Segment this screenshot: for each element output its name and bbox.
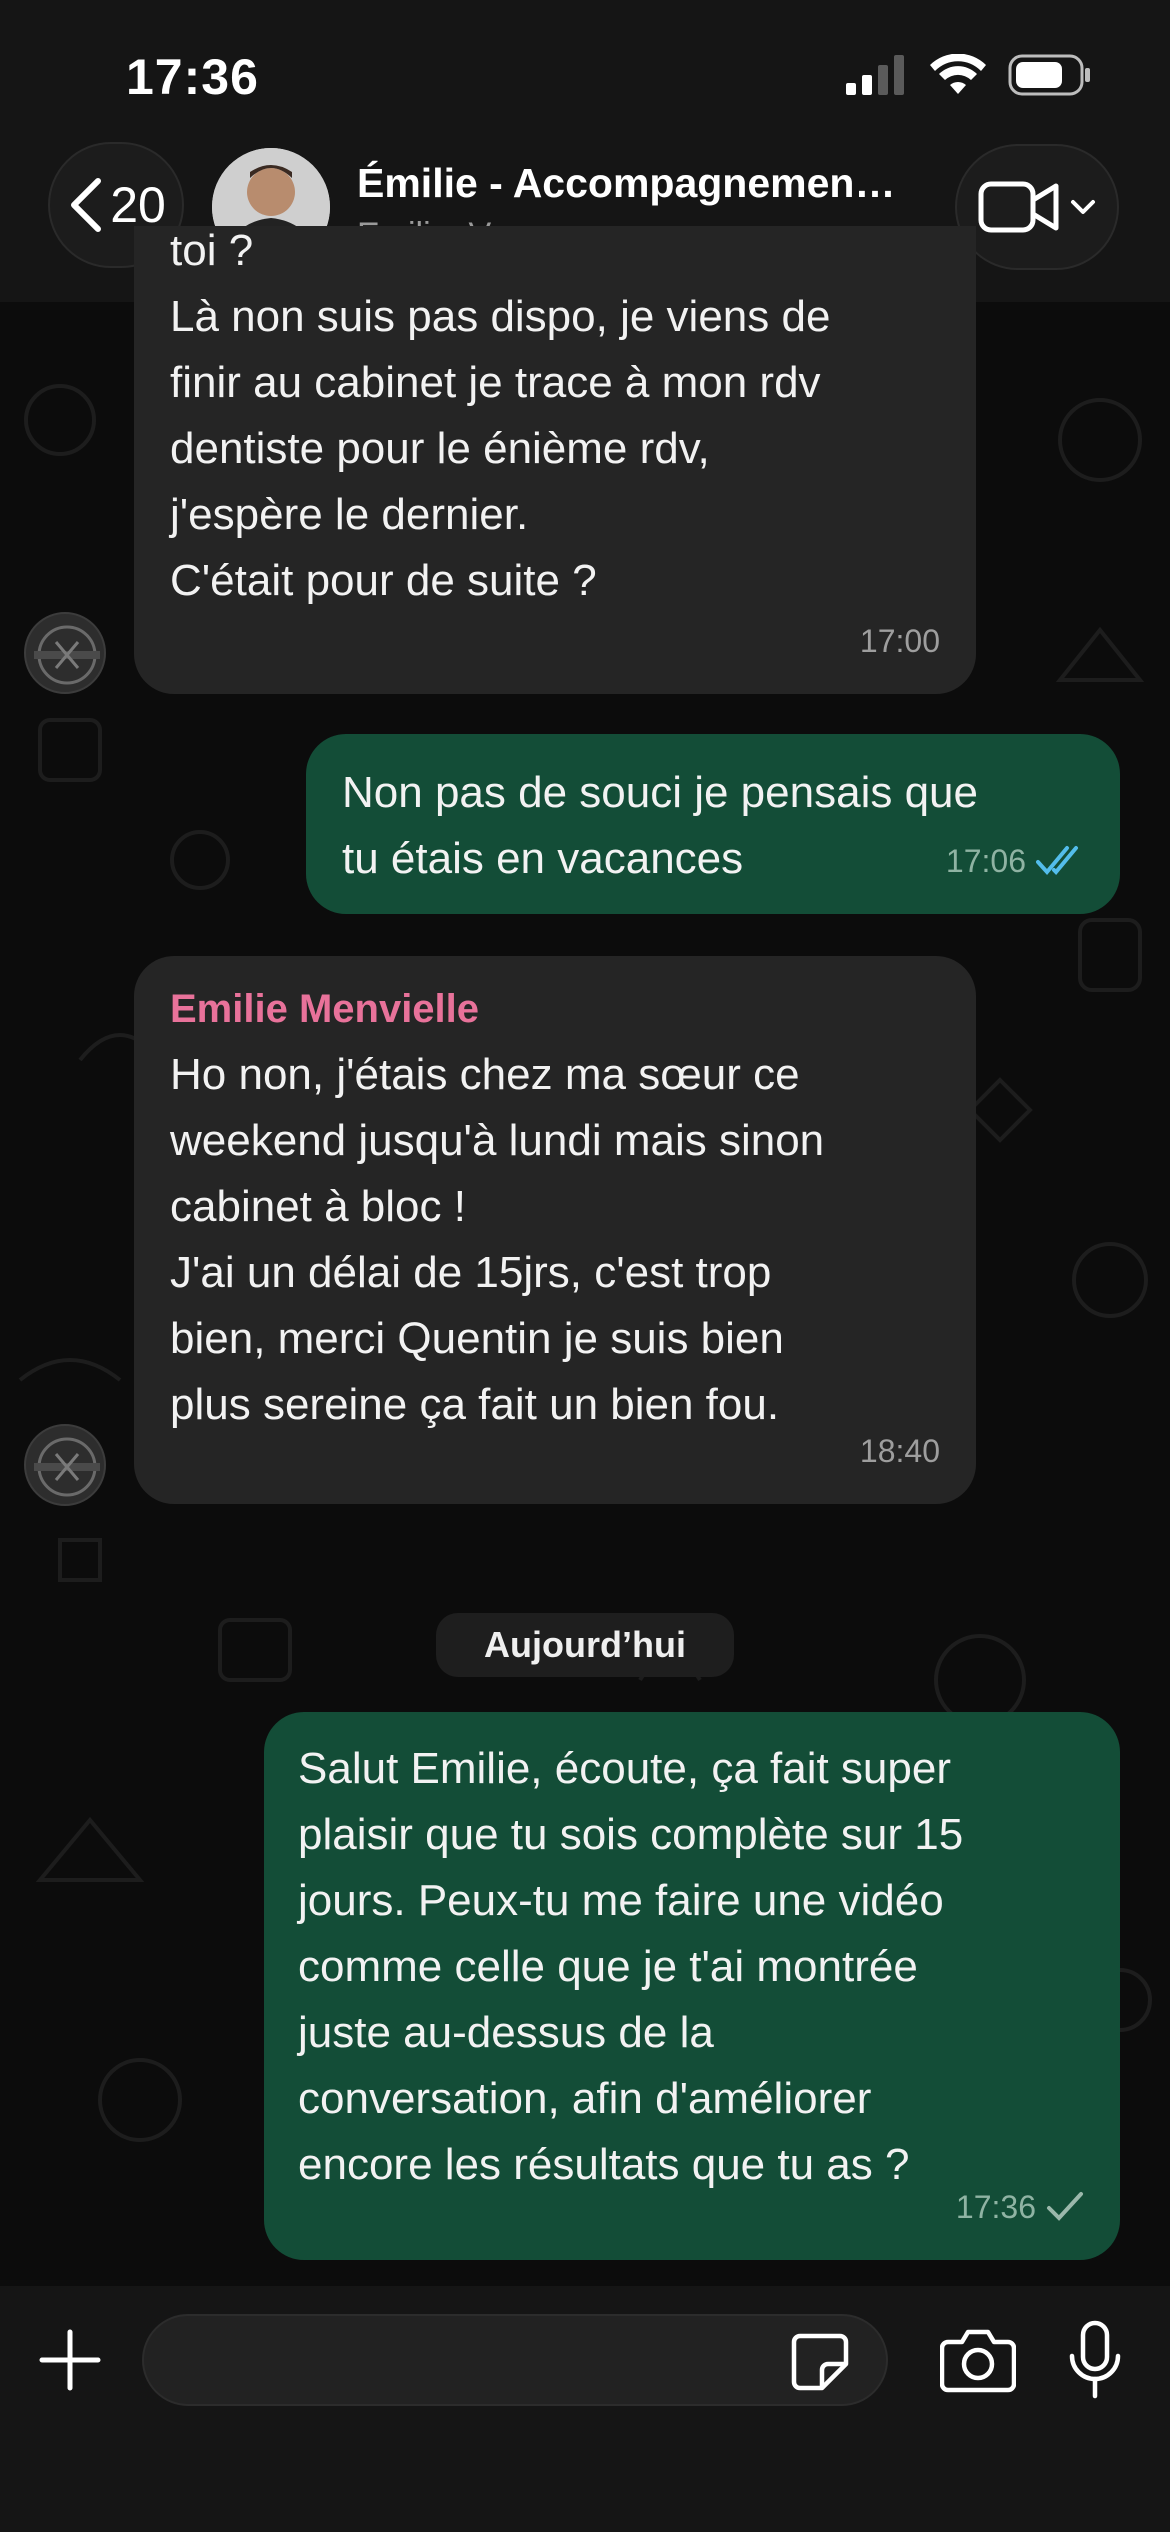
message-meta: 17:06 — [946, 828, 1084, 894]
camera-icon[interactable] — [940, 2326, 1016, 2394]
status-bar: 17:36 — [0, 0, 1170, 130]
message-bubble-outgoing[interactable]: Non pas de souci je pensais que tu étais… — [306, 734, 1120, 914]
message-meta: 17:36 — [956, 2174, 1084, 2240]
single-check-sent-icon — [1047, 2192, 1083, 2221]
message-input[interactable] — [142, 2314, 888, 2406]
message-text: Salut Emilie, écoute, ça fait super plai… — [298, 1744, 964, 2189]
video-camera-icon — [978, 181, 1059, 233]
sender-avatar[interactable] — [24, 1424, 106, 1506]
video-call-button[interactable] — [955, 144, 1119, 270]
sticker-icon[interactable] — [790, 2332, 850, 2392]
sender-avatar[interactable] — [24, 612, 106, 694]
cellular-signal-icon — [846, 55, 904, 95]
message-composer — [0, 2286, 1170, 2532]
message-bubble-incoming[interactable]: toi ? Là non suis pas dispo, je viens de… — [134, 226, 976, 694]
message-time: 17:36 — [955, 2189, 1036, 2225]
double-check-read-icon — [1036, 846, 1078, 876]
battery-icon — [1008, 54, 1090, 96]
microphone-icon[interactable] — [1068, 2320, 1122, 2400]
sender-name[interactable]: Emilie Menvielle — [170, 980, 940, 1038]
status-icons — [846, 54, 1092, 96]
day-separator: Aujourd’hui — [436, 1613, 734, 1677]
message-time: 18:40 — [859, 1433, 940, 1469]
chevron-down-icon — [1071, 200, 1095, 214]
message-meta: 18:40 — [860, 1418, 940, 1484]
message-bubble-incoming[interactable]: Emilie Menvielle Ho non, j'étais chez ma… — [134, 956, 976, 1504]
message-time: 17:00 — [859, 623, 940, 659]
message-meta: 17:00 — [860, 608, 940, 674]
chevron-left-icon — [71, 178, 102, 232]
status-time: 17:36 — [126, 49, 259, 105]
chat-title[interactable]: Émilie - Accompagnemen… — [357, 160, 927, 207]
plus-icon[interactable] — [36, 2326, 104, 2394]
message-bubble-outgoing[interactable]: Salut Emilie, écoute, ça fait super plai… — [264, 1712, 1120, 2260]
message-text: toi ? Là non suis pas dispo, je viens de… — [170, 226, 831, 605]
message-text: Ho non, j'étais chez ma sœur ce weekend … — [170, 1050, 825, 1429]
wifi-icon — [930, 54, 986, 94]
message-time: 17:06 — [945, 843, 1026, 879]
